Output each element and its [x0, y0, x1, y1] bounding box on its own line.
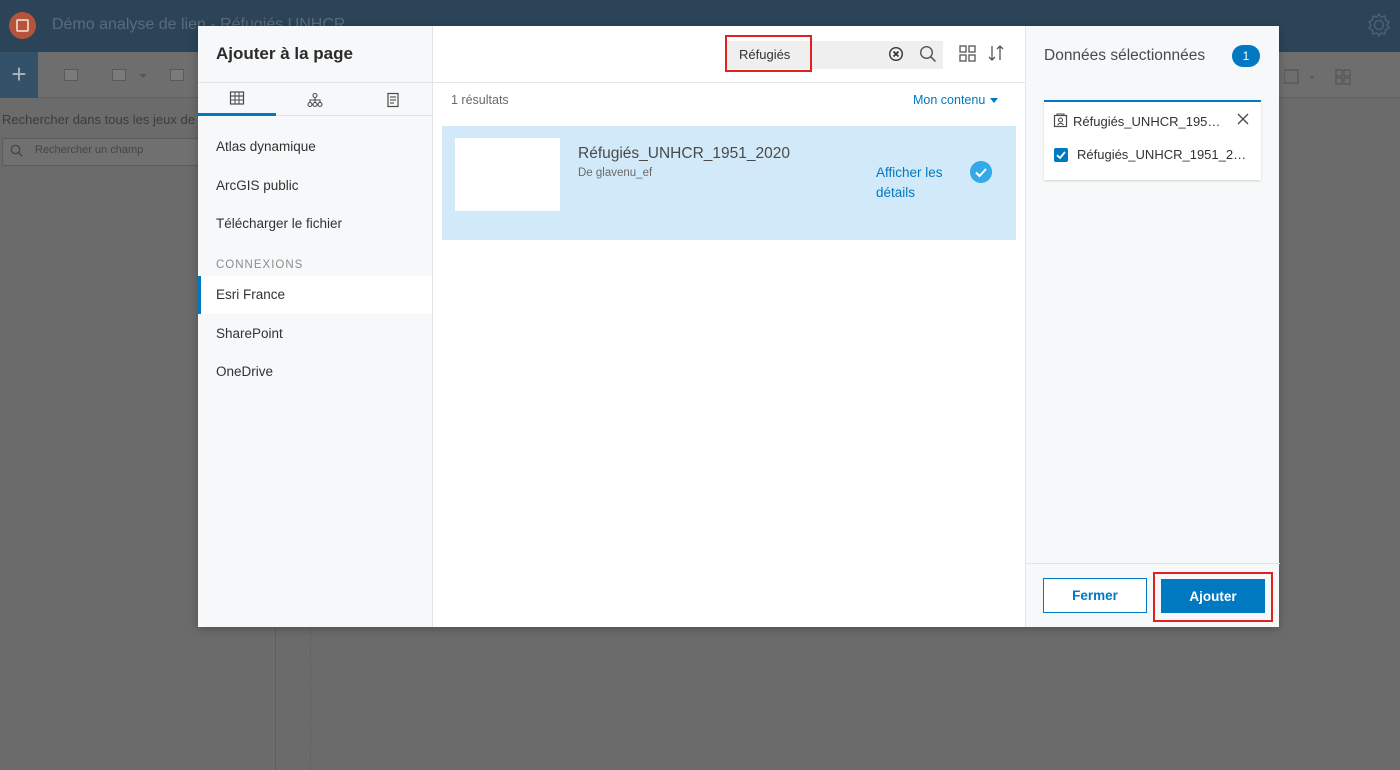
- table-widget-icon[interactable]: [170, 69, 184, 81]
- source-arcgis-public[interactable]: ArcGIS public: [198, 167, 432, 205]
- selection-panel: Données sélectionnées 1 Réfugiés_UNHCR_1…: [1025, 26, 1280, 627]
- content-filter-label: Mon contenu: [913, 93, 986, 107]
- connection-sharepoint[interactable]: SharePoint: [198, 315, 432, 353]
- selected-count-badge: 1: [1232, 45, 1260, 67]
- add-highlight-box: [1153, 572, 1273, 622]
- results-panel: Réfugiés 1 résultats Mon contenu Réfugié…: [433, 26, 1025, 627]
- dataset-icon: [1053, 113, 1068, 128]
- tab-reports[interactable]: [354, 83, 432, 116]
- selected-dataset-name: Réfugiés_UNHCR_1951_2020: [1073, 114, 1225, 129]
- sort-icon[interactable]: [987, 44, 1005, 62]
- canvas-guide: [310, 628, 311, 770]
- gear-icon[interactable]: [1366, 12, 1392, 38]
- tab-models[interactable]: [276, 83, 354, 116]
- content-filter-dropdown[interactable]: Mon contenu: [913, 93, 999, 107]
- result-thumbnail: [455, 138, 560, 211]
- grid-view-icon[interactable]: [959, 45, 976, 62]
- connection-esri-france[interactable]: Esri France: [198, 276, 432, 314]
- result-title: Réfugiés_UNHCR_1951_2020: [578, 145, 790, 162]
- connection-onedrive[interactable]: OneDrive: [198, 353, 432, 391]
- chevron-down-icon: [990, 98, 999, 104]
- source-panel: Ajouter à la page Atlas dynamique ArcGIS…: [198, 26, 433, 627]
- source-upload-file[interactable]: Télécharger le fichier: [198, 205, 432, 243]
- close-icon[interactable]: [1237, 113, 1249, 125]
- add-data-button[interactable]: +: [0, 52, 38, 98]
- table-icon: [229, 91, 245, 105]
- selected-data-title: Données sélectionnées: [1044, 47, 1206, 64]
- selected-dataset-card: Réfugiés_UNHCR_1951_2020 Réfugiés_UNHCR_…: [1044, 100, 1261, 180]
- close-button[interactable]: Fermer: [1043, 578, 1147, 613]
- connections-heading: CONNEXIONS: [216, 259, 304, 271]
- layout-icons[interactable]: [1284, 68, 1354, 86]
- source-tabs: [198, 82, 433, 116]
- result-item[interactable]: Réfugiés_UNHCR_1951_2020 De glavenu_ef A…: [442, 126, 1016, 240]
- search-icon: [10, 144, 23, 157]
- result-owner: De glavenu_ef: [578, 167, 653, 179]
- selected-layer-name: Réfugiés_UNHCR_1951_2020: [1077, 147, 1249, 162]
- search-icon[interactable]: [919, 45, 937, 63]
- layer-checkbox[interactable]: [1054, 148, 1068, 162]
- document-icon: [387, 92, 399, 107]
- data-panel-label: Rechercher dans tous les jeux de: [2, 112, 195, 127]
- map-widget-icon[interactable]: [64, 69, 78, 81]
- divider: [1026, 563, 1280, 564]
- search-highlight-box: [725, 35, 812, 72]
- results-count: 1 résultats: [451, 93, 509, 107]
- chart-dropdown-icon[interactable]: [139, 74, 147, 78]
- view-details-link[interactable]: Afficher les détails: [876, 163, 956, 203]
- dialog-title: Ajouter à la page: [216, 44, 353, 63]
- tab-datasets[interactable]: [198, 83, 276, 116]
- selected-check-icon[interactable]: [970, 161, 992, 183]
- hierarchy-icon: [307, 92, 323, 107]
- add-to-page-dialog: Ajouter à la page Atlas dynamique ArcGIS…: [198, 26, 1280, 627]
- divider: [433, 82, 1025, 83]
- chart-widget-icon[interactable]: [112, 69, 126, 81]
- source-living-atlas[interactable]: Atlas dynamique: [198, 128, 432, 166]
- app-logo-icon: [9, 12, 36, 39]
- field-search-placeholder: Rechercher un champ: [35, 144, 144, 156]
- clear-search-icon[interactable]: [888, 46, 904, 62]
